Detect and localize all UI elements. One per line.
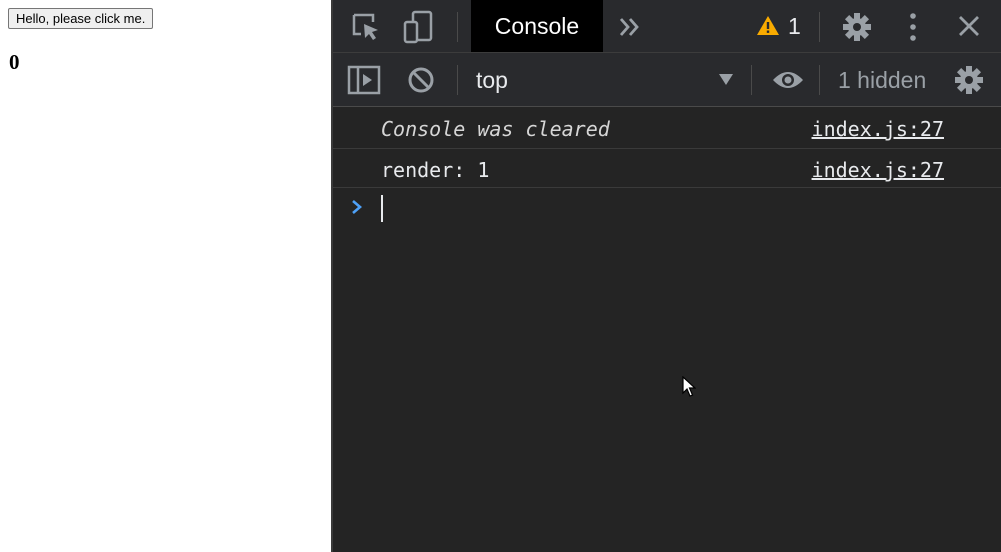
- eye-icon[interactable]: [771, 67, 805, 93]
- message-source-link[interactable]: index.js:27: [812, 117, 944, 141]
- tab-separator: [819, 12, 820, 42]
- close-icon[interactable]: [956, 13, 982, 39]
- toolbar-separator: [457, 65, 458, 95]
- tab-separator: [457, 12, 458, 42]
- click-count: 0: [9, 50, 20, 74]
- more-tabs-icon[interactable]: [617, 14, 643, 40]
- devtools-panel: Console 1 top 1 hidden Console was clear…: [333, 0, 1001, 552]
- toolbar-separator: [819, 65, 820, 95]
- console-message: Console was cleared index.js:27: [333, 107, 1001, 149]
- mouse-cursor-icon: [682, 375, 697, 403]
- console-message: render: 1 index.js:27: [333, 149, 1001, 188]
- hello-button[interactable]: Hello, please click me.: [8, 8, 154, 29]
- page-viewport: Hello, please click me. 0: [0, 0, 331, 552]
- console-settings-icon[interactable]: [953, 64, 985, 96]
- toolbar-separator: [751, 65, 752, 95]
- devtools-tab-bar: Console 1: [333, 0, 1001, 53]
- message-text: Console was cleared: [381, 117, 610, 141]
- kebab-menu-icon[interactable]: [903, 11, 923, 43]
- hidden-messages-count[interactable]: 1 hidden: [838, 67, 926, 94]
- warning-count[interactable]: 1: [788, 13, 801, 40]
- clear-console-icon[interactable]: [407, 66, 435, 94]
- console-input[interactable]: [381, 195, 383, 222]
- settings-icon[interactable]: [841, 11, 873, 43]
- warning-icon[interactable]: [756, 14, 780, 38]
- console-toolbar: top 1 hidden: [333, 53, 1001, 107]
- device-toolbar-icon[interactable]: [403, 10, 435, 44]
- context-selector[interactable]: top: [476, 67, 508, 94]
- message-text: render: 1: [381, 158, 490, 182]
- inspect-element-icon[interactable]: [351, 12, 381, 42]
- message-source-link[interactable]: index.js:27: [812, 158, 944, 182]
- prompt-chevron-icon: [349, 197, 365, 222]
- sidebar-toggle-icon[interactable]: [347, 65, 381, 95]
- dropdown-arrow-icon[interactable]: [716, 71, 736, 87]
- tab-console[interactable]: Console: [471, 0, 603, 52]
